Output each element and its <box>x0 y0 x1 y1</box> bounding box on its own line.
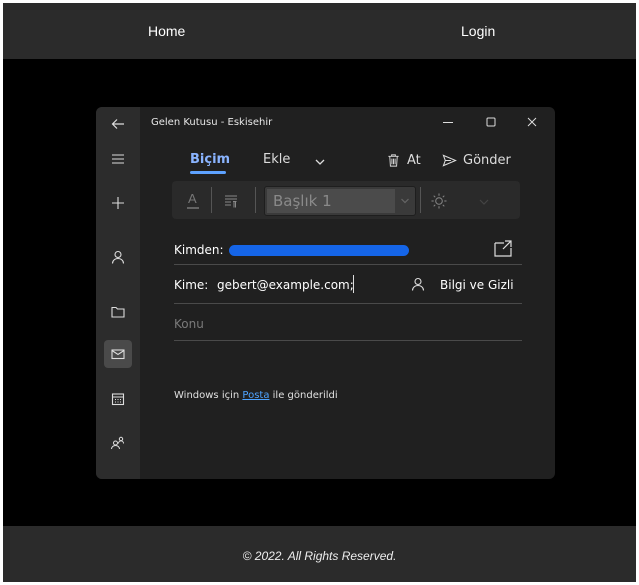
discard-label: At <box>407 152 421 168</box>
cc-bcc-button[interactable]: Bilgi ve Gizli <box>440 278 514 292</box>
to-row: Kime: gebert@example.com; Bilgi ve Gizli <box>174 273 522 297</box>
from-address-redacted[interactable] <box>229 245 409 256</box>
from-divider <box>174 264 522 265</box>
to-field[interactable]: gebert@example.com; <box>217 278 354 292</box>
mail-button[interactable] <box>104 340 132 368</box>
paragraph-format-icon <box>225 195 237 208</box>
svg-text:A: A <box>188 191 197 206</box>
person-icon <box>111 250 125 264</box>
subject-input[interactable]: Konu <box>174 317 204 331</box>
mail-app-link[interactable]: Posta <box>242 390 269 401</box>
maximize-icon <box>486 117 496 127</box>
people-button[interactable] <box>104 429 132 457</box>
popout-window-icon <box>494 240 512 257</box>
close-button[interactable] <box>526 115 540 129</box>
nav-home-link[interactable]: Home <box>148 23 185 39</box>
font-color-button[interactable]: A <box>186 189 200 211</box>
calendar-icon <box>111 393 125 406</box>
tab-insert[interactable]: Ekle <box>263 152 290 167</box>
paragraph-format-button[interactable] <box>223 193 239 209</box>
back-button[interactable] <box>104 110 132 138</box>
minimize-icon <box>443 122 453 123</box>
mail-icon <box>111 349 125 360</box>
send-icon <box>442 153 457 167</box>
maximize-button[interactable] <box>485 115 499 129</box>
paragraph-style-select[interactable]: Başlık 1 <box>264 186 416 216</box>
toolbar-divider <box>211 187 212 213</box>
signature-prefix: Windows için <box>174 390 240 401</box>
accounts-button[interactable] <box>104 243 132 271</box>
discard-button[interactable]: At <box>386 150 421 170</box>
mail-window: Gelen Kutusu - Eskisehir Biçim Ekle At G… <box>96 107 555 479</box>
paragraph-style-value: Başlık 1 <box>267 189 395 213</box>
nav-login-link[interactable]: Login <box>461 23 495 39</box>
folder-icon <box>111 306 125 318</box>
person-icon <box>411 277 425 291</box>
to-divider <box>174 303 522 304</box>
trash-icon <box>388 153 399 167</box>
mail-signature: Windows için Posta ile gönderildi <box>174 390 338 401</box>
contacts-button[interactable] <box>410 276 426 292</box>
hamburger-menu-icon <box>112 154 124 164</box>
site-footer: © 2022. All Rights Reserved. <box>3 526 636 582</box>
font-color-icon: A <box>187 191 199 209</box>
minimize-button[interactable] <box>442 115 456 129</box>
subject-divider <box>174 340 522 341</box>
format-toolbar: A Başlık 1 <box>172 181 520 219</box>
send-label: Gönder <box>463 152 511 168</box>
tab-format[interactable]: Biçim <box>190 152 230 167</box>
plus-icon <box>112 197 124 209</box>
to-label: Kime: <box>174 278 209 292</box>
subject-row: Konu <box>174 311 522 335</box>
send-button[interactable]: Gönder <box>442 150 511 170</box>
chevron-down-icon <box>401 198 409 204</box>
close-icon <box>527 117 537 127</box>
sun-icon <box>431 193 447 209</box>
from-label: Kimden: <box>174 243 224 257</box>
toolbar-divider <box>420 187 421 213</box>
menu-button[interactable] <box>104 145 132 173</box>
signature-suffix: ile gönderildi <box>272 390 338 401</box>
active-tab-indicator <box>190 171 226 174</box>
people-icon <box>111 436 124 450</box>
calendar-button[interactable] <box>104 385 132 413</box>
chevron-down-icon <box>315 159 325 165</box>
theme-dropdown-button[interactable] <box>478 195 490 207</box>
theme-button[interactable] <box>430 192 448 210</box>
more-tabs-button[interactable] <box>314 155 328 169</box>
folders-button[interactable] <box>104 298 132 326</box>
toolbar-divider <box>255 187 256 213</box>
back-arrow-icon <box>111 119 124 129</box>
navigation-rail <box>96 107 140 479</box>
site-header: Home Login <box>3 3 636 59</box>
window-title: Gelen Kutusu - Eskisehir <box>151 117 273 128</box>
chevron-down-icon <box>479 199 489 205</box>
new-mail-button[interactable] <box>104 189 132 217</box>
copyright-text: © 2022. All Rights Reserved. <box>242 549 397 563</box>
popout-button[interactable] <box>492 238 514 260</box>
text-cursor <box>353 275 354 293</box>
from-row: Kimden: <box>174 238 522 262</box>
